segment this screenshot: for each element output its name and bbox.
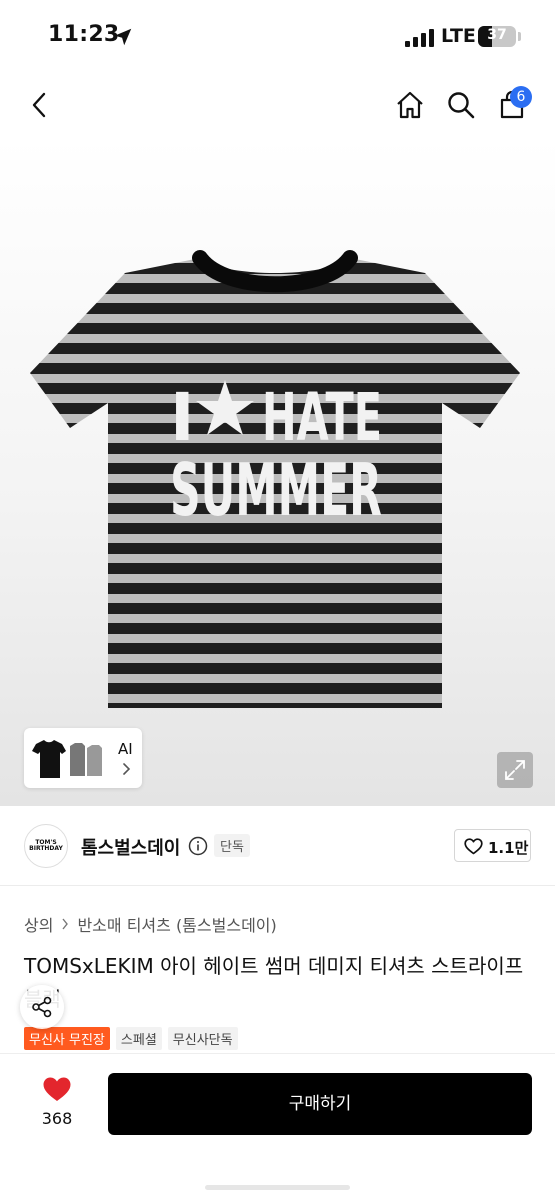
wishlist-count: 368 xyxy=(41,1109,73,1128)
thumbnail-shirts-image xyxy=(32,740,102,778)
back-button[interactable] xyxy=(20,85,60,125)
breadcrumb: 상의 반소매 티셔츠 (톰스벌스데이) xyxy=(24,912,277,936)
print-text-i: I xyxy=(170,379,195,456)
battery-icon: 37 xyxy=(478,26,516,47)
search-icon xyxy=(448,92,475,119)
home-button[interactable] xyxy=(390,85,430,125)
cart-count-badge: 6 xyxy=(510,86,532,108)
tag-musinsa-mujinjang: 무신사 무진장 xyxy=(24,1027,110,1050)
chevron-right-icon xyxy=(123,763,131,775)
status-bar: 11:23 LTE 37 xyxy=(0,0,555,72)
wishlist-button[interactable]: 368 xyxy=(28,1074,86,1134)
brand-logo-text: TOM'S BIRTHDAY xyxy=(25,840,67,852)
print-text-summer: SUMMER xyxy=(170,448,382,532)
ai-label: AI xyxy=(118,740,133,758)
brand-row: TOM'S BIRTHDAY 톰스벌스데이 단독 1.1만 xyxy=(0,806,555,886)
brand-logo[interactable]: TOM'S BIRTHDAY xyxy=(24,824,68,868)
expand-image-button[interactable] xyxy=(497,752,533,788)
battery-level: 37 xyxy=(487,27,507,43)
tag-musinsa-exclusive: 무신사단독 xyxy=(167,1027,238,1050)
location-arrow-icon xyxy=(114,28,132,46)
back-chevron-icon xyxy=(32,92,46,118)
tag-row: 무신사 무진장 스페셜 무신사단독 xyxy=(24,1027,238,1050)
carrier-label: LTE xyxy=(441,25,476,47)
buy-button[interactable]: 구매하기 xyxy=(108,1073,532,1135)
breadcrumb-item-subcategory[interactable]: 반소매 티셔츠 (톰스벌스데이) xyxy=(77,912,276,936)
breadcrumb-item-category[interactable]: 상의 xyxy=(24,912,53,936)
battery-tip xyxy=(518,32,521,41)
share-button[interactable] xyxy=(20,985,64,1029)
share-icon xyxy=(32,996,52,1018)
search-button[interactable] xyxy=(441,85,481,125)
top-nav xyxy=(0,72,555,138)
bottom-action-bar: 368 구매하기 xyxy=(0,1053,555,1200)
like-count: 1.1만 xyxy=(488,839,529,857)
tag-special: 스페셜 xyxy=(115,1027,162,1050)
product-tshirt-image: I HATE SUMMER xyxy=(30,250,520,708)
print-text-hate: HATE xyxy=(262,379,382,456)
expand-icon xyxy=(505,760,525,780)
status-time: 11:23 xyxy=(48,22,120,47)
like-brand-button[interactable]: 1.1만 xyxy=(454,829,531,862)
chevron-right-icon xyxy=(62,918,69,930)
heart-outline-icon xyxy=(464,838,483,855)
product-image-area[interactable]: I HATE SUMMER AI xyxy=(0,138,555,806)
info-icon[interactable] xyxy=(188,836,208,856)
product-title: TOMSxLEKIM 아이 헤이트 썸머 데미지 티셔츠 스트라이프 블랙 xyxy=(24,954,524,1011)
brand-logo-line2: BIRTHDAY xyxy=(29,845,63,852)
home-icon xyxy=(397,91,423,119)
signal-bars-icon xyxy=(405,29,434,47)
home-indicator xyxy=(205,1185,350,1190)
exclusive-badge: 단독 xyxy=(214,834,250,857)
heart-filled-icon xyxy=(43,1077,71,1101)
brand-name[interactable]: 톰스벌스데이 xyxy=(81,834,180,860)
ai-try-on-thumbnail[interactable]: AI xyxy=(24,728,142,788)
